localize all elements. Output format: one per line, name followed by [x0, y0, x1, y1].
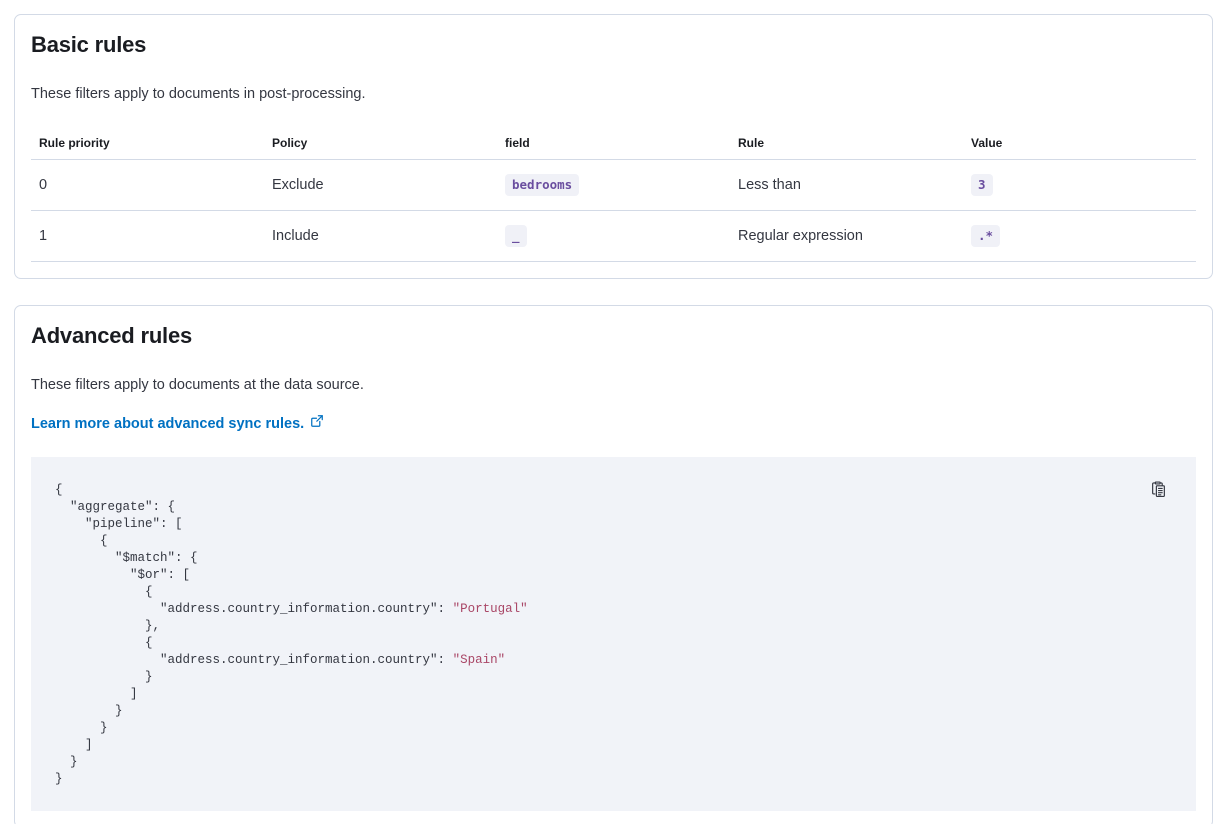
cell-rule: Regular expression — [730, 211, 963, 262]
basic-rules-table: Rule priorityPolicyfieldRuleValue 0Exclu… — [31, 131, 1196, 262]
table-header-row: Rule priorityPolicyfieldRuleValue — [31, 131, 1196, 160]
basic-rules-table-body: 0Exclude bedrooms Less than 3 1Include _ Regul… — [31, 160, 1196, 262]
code-badge: bedrooms — [505, 174, 579, 196]
advanced-rules-code-block: { "aggregate": { "pipeline": [ { "$match… — [31, 457, 1196, 811]
code-badge: _ — [505, 225, 527, 247]
cell-value: 3 — [963, 160, 1196, 211]
external-link-icon — [310, 414, 324, 435]
code-badge: .* — [971, 225, 1000, 247]
cell-field: _ — [497, 211, 730, 262]
copy-icon — [1150, 481, 1167, 501]
page: Basic rules These filters apply to docum… — [0, 0, 1227, 824]
advanced-rules-description: These filters apply to documents at the … — [31, 375, 1196, 396]
code-content: { "aggregate": { "pipeline": [ { "$match… — [55, 481, 1172, 787]
column-header: Policy — [264, 131, 497, 160]
cell-policy: Exclude — [264, 160, 497, 211]
learn-more-label: Learn more about advanced sync rules. — [31, 414, 304, 435]
column-header: field — [497, 131, 730, 160]
cell-value: .* — [963, 211, 1196, 262]
copy-button[interactable] — [1146, 479, 1170, 503]
cell-policy: Include — [264, 211, 497, 262]
basic-rules-description: These filters apply to documents in post… — [31, 84, 1196, 105]
learn-more-link[interactable]: Learn more about advanced sync rules. — [31, 414, 324, 435]
cell-rule: Less than — [730, 160, 963, 211]
cell-priority: 0 — [31, 160, 264, 211]
basic-rules-panel: Basic rules These filters apply to docum… — [14, 14, 1213, 279]
table-row: 1Include _ Regular expression .* — [31, 211, 1196, 262]
table-row: 0Exclude bedrooms Less than 3 — [31, 160, 1196, 211]
advanced-rules-panel: Advanced rules These filters apply to do… — [14, 305, 1213, 824]
basic-rules-title: Basic rules — [31, 31, 1196, 58]
cell-field: bedrooms — [497, 160, 730, 211]
column-header: Rule priority — [31, 131, 264, 160]
column-header: Rule — [730, 131, 963, 160]
advanced-rules-title: Advanced rules — [31, 322, 1196, 349]
cell-priority: 1 — [31, 211, 264, 262]
code-badge: 3 — [971, 174, 993, 196]
column-header: Value — [963, 131, 1196, 160]
